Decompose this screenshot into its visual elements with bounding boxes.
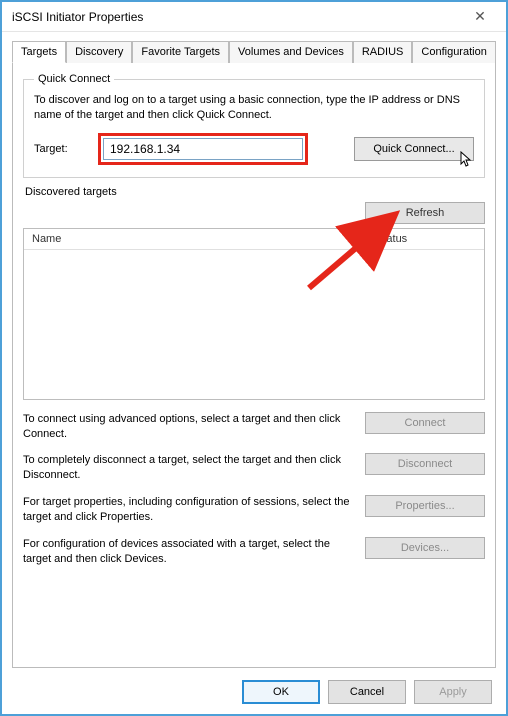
- dialog-button-bar: OK Cancel Apply: [242, 680, 492, 704]
- disconnect-button[interactable]: Disconnect: [365, 453, 485, 475]
- quick-connect-help: To discover and log on to a target using…: [34, 93, 474, 123]
- discovered-targets-list[interactable]: Name Status: [23, 228, 485, 400]
- col-name: Name: [32, 233, 376, 245]
- quick-connect-group: Quick Connect To discover and log on to …: [23, 73, 485, 178]
- disconnect-row: To completely disconnect a target, selec…: [23, 453, 485, 483]
- target-label: Target:: [34, 143, 86, 155]
- tab-configuration[interactable]: Configuration: [412, 41, 495, 63]
- target-input-highlight: [98, 133, 308, 165]
- tab-panel-targets: Quick Connect To discover and log on to …: [12, 63, 496, 668]
- tab-targets[interactable]: Targets: [12, 41, 66, 63]
- devices-text: For configuration of devices associated …: [23, 537, 353, 567]
- properties-text: For target properties, including configu…: [23, 495, 353, 525]
- connect-text: To connect using advanced options, selec…: [23, 412, 353, 442]
- tab-row: Targets Discovery Favorite Targets Volum…: [12, 40, 496, 63]
- properties-row: For target properties, including configu…: [23, 495, 485, 525]
- quick-connect-button[interactable]: Quick Connect...: [354, 137, 474, 161]
- quick-connect-legend: Quick Connect: [34, 73, 114, 85]
- titlebar: iSCSI Initiator Properties ✕: [2, 2, 506, 32]
- tab-discovery[interactable]: Discovery: [66, 41, 132, 63]
- cancel-button[interactable]: Cancel: [328, 680, 406, 704]
- apply-button[interactable]: Apply: [414, 680, 492, 704]
- refresh-button[interactable]: Refresh: [365, 202, 485, 224]
- list-header: Name Status: [24, 229, 484, 250]
- disconnect-text: To completely disconnect a target, selec…: [23, 453, 353, 483]
- ok-button[interactable]: OK: [242, 680, 320, 704]
- tab-radius[interactable]: RADIUS: [353, 41, 413, 63]
- quick-connect-button-label: Quick Connect...: [373, 143, 454, 155]
- devices-button[interactable]: Devices...: [365, 537, 485, 559]
- cursor-icon: [459, 151, 475, 170]
- discovered-targets-label: Discovered targets: [25, 186, 485, 198]
- close-icon[interactable]: ✕: [460, 4, 500, 30]
- window-title: iSCSI Initiator Properties: [12, 10, 143, 24]
- target-input[interactable]: [103, 138, 303, 160]
- target-row: Target: Quick Connect...: [34, 133, 474, 165]
- devices-row: For configuration of devices associated …: [23, 537, 485, 567]
- tab-volumes-devices[interactable]: Volumes and Devices: [229, 41, 353, 63]
- tab-favorite-targets[interactable]: Favorite Targets: [132, 41, 229, 63]
- connect-button[interactable]: Connect: [365, 412, 485, 434]
- col-status: Status: [376, 233, 476, 245]
- properties-button[interactable]: Properties...: [365, 495, 485, 517]
- connect-row: To connect using advanced options, selec…: [23, 412, 485, 442]
